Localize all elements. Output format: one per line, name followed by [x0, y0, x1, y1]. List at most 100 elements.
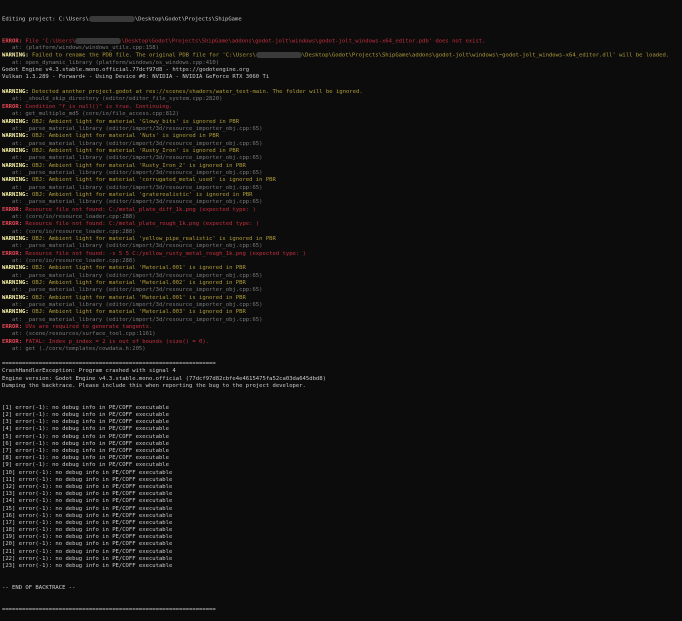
log-line-plain: Dumping the backtrace. Please include th… — [2, 383, 680, 390]
message-text: at: _parse_material_library (editor/impo… — [2, 140, 263, 147]
log-line-trace: at: open_dynamic_library (platform/windo… — [2, 60, 680, 67]
log-line-trace: at: _parse_material_library (editor/impo… — [2, 141, 680, 148]
warning-tag: WARNING: — [2, 309, 29, 316]
message-text: at: _parse_material_library (editor/impo… — [2, 199, 263, 206]
message-text: CrashHandlerException: Program crashed w… — [2, 368, 176, 375]
backtrace-frame: [9] error(-1): no debug info in PE/COFF … — [2, 462, 169, 469]
log-line-trace: at: _parse_material_library (editor/impo… — [2, 273, 680, 280]
message-text: at: open_dynamic_library (platform/windo… — [2, 59, 220, 66]
log-line-warning: WARNING: OBJ: Ambient light for material… — [2, 133, 680, 140]
log-line-trace: at: _parse_material_library (editor/impo… — [2, 287, 680, 294]
log-lines: ERROR: File 'C:\Users\ \Desktop\Godot\Pro… — [2, 37, 680, 391]
message-text: at: _parse_material_library (editor/impo… — [2, 272, 263, 279]
log-line-plain: CrashHandlerException: Program crashed w… — [2, 368, 680, 375]
message-text: OBJ: Ambient light for material 'Nuts' i… — [28, 133, 220, 140]
message-text: OBJ: Ambient light for material 'yellow_… — [28, 236, 276, 242]
warning-tag: WARNING: — [2, 89, 29, 96]
message-text: OBJ: Ambient light for material 'Glowy_b… — [28, 118, 240, 125]
warning-tag: WARNING: — [2, 294, 29, 301]
message-part: \Desktop\Godot\Projects\ShipGame\addons\… — [121, 38, 486, 45]
error-tag: ERROR: — [2, 250, 23, 257]
message-text: OBJ: Ambient light for material 'Rusty_I… — [28, 162, 246, 169]
backtrace-frame: [22] error(-1): no debug info in PE/COFF… — [2, 555, 173, 562]
log-line-trace: at: (core/io/resource_loader.cpp:288) — [2, 258, 680, 265]
message-text: at: _should_skip_directory (editor/edito… — [2, 96, 223, 103]
message-part: \Desktop\Godot\Projects\ShipGame\addons\… — [301, 52, 670, 59]
log-line-warning: WARNING: OBJ: Ambient light for material… — [2, 295, 680, 302]
log-line-trace: at: _parse_material_library (editor/impo… — [2, 243, 680, 250]
log-line-trace: at: (core/io/resource_loader.cpp:288) — [2, 214, 680, 221]
backtrace-frame: [19] error(-1): no debug info in PE/COFF… — [2, 534, 173, 541]
message-text: at: _parse_material_library (editor/impo… — [2, 316, 263, 323]
warning-tag: WARNING: — [2, 280, 29, 287]
message-text: UVs are required to generate tangents. — [22, 324, 153, 331]
log-line-warning: WARNING: OBJ: Ambient light for material… — [2, 119, 680, 126]
log-line-trace: at: _parse_material_library (editor/impo… — [2, 302, 680, 309]
backtrace-frame: [7] error(-1): no debug info in PE/COFF … — [2, 448, 169, 455]
log-line-warning: WARNING: Detected another project.godot … — [2, 89, 680, 96]
log-line-warning: WARNING: Failed to rename the PDB file. … — [2, 52, 680, 59]
project-path-suffix: \Desktop\Godot\Projects\ShipGame — [134, 16, 242, 23]
message-text: Detected another project.godot at res://… — [28, 89, 363, 96]
backtrace-frame: [14] error(-1): no debug info in PE/COFF… — [2, 498, 173, 505]
backtrace-frame: [21] error(-1): no debug info in PE/COFF… — [2, 548, 173, 555]
log-line-error: ERROR: FATAL: Index p_index = 2 is out o… — [2, 339, 680, 346]
message-text: at: get_multiple_md5 (core/io/file_acces… — [2, 111, 179, 118]
message-text: at: _parse_material_library (editor/impo… — [2, 302, 263, 309]
log-line-trace: at: _parse_material_library (editor/impo… — [2, 170, 680, 177]
log-line-error: ERROR: Resource file not found: -s 5 5 C… — [2, 251, 680, 258]
log-line-plain: Godot Engine v4.3.stable.mono.official.7… — [2, 67, 680, 74]
backtrace-frame: [17] error(-1): no debug info in PE/COFF… — [2, 519, 173, 526]
error-tag: ERROR: — [2, 103, 23, 110]
message-text: at: (core/io/resource_loader.cpp:288) — [2, 213, 136, 220]
message-text: at: (scene/resources/surface_tool.cpp:11… — [2, 331, 156, 338]
warning-tag: WARNING: — [2, 177, 29, 184]
error-tag: ERROR: — [2, 206, 23, 213]
log-line-warning: WARNING: OBJ: Ambient light for material… — [2, 236, 680, 243]
log-line-warning: WARNING: OBJ: Ambient light for material… — [2, 265, 680, 272]
log-line-warning: WARNING: OBJ: Ambient light for material… — [2, 309, 680, 316]
log-line-trace: at: (core/io/resource_loader.cpp:288) — [2, 229, 680, 236]
warning-tag: WARNING: — [2, 191, 29, 198]
log-line-trace: at: _parse_material_library (editor/impo… — [2, 155, 680, 162]
warning-tag: WARNING: — [2, 133, 29, 140]
message-text: OBJ: Ambient light for material 'corruga… — [28, 177, 276, 184]
log-line-plain: ========================================… — [2, 361, 680, 368]
log-line-trace: at: _should_skip_directory (editor/edito… — [2, 96, 680, 103]
backtrace-frame: [15] error(-1): no debug info in PE/COFF… — [2, 505, 173, 512]
log-line-warning: WARNING: OBJ: Ambient light for material… — [2, 177, 680, 184]
message-text: at: _parse_material_library (editor/impo… — [2, 155, 263, 162]
backtrace-frame: [23] error(-1): no debug info in PE/COFF… — [2, 563, 173, 570]
log-line-error: ERROR: Resource file not found: C:/metal… — [2, 221, 680, 228]
message-text: Condition "f_is_null()" is true. Continu… — [22, 103, 173, 110]
log-line-error: ERROR: File 'C:\Users\ \Desktop\Godot\Pro… — [2, 37, 680, 45]
warning-tag: WARNING: — [2, 147, 29, 154]
backtrace-frame: [13] error(-1): no debug info in PE/COFF… — [2, 491, 173, 498]
warning-tag: WARNING: — [2, 236, 29, 242]
console-output[interactable]: Editing project: C:\Users\ \Desktop\Godot… — [2, 1, 680, 621]
message-text: Resource file not found: C:/metal_plate_… — [22, 206, 256, 213]
message-text: at: _parse_material_library (editor/impo… — [2, 287, 263, 294]
message-text: at: _parse_material_library (editor/impo… — [2, 169, 263, 176]
message-text: OBJ: Ambient light for material 'Materia… — [28, 265, 246, 272]
message-text: OBJ: Ambient light for material 'Materia… — [28, 309, 246, 316]
backtrace-frame: [2] error(-1): no debug info in PE/COFF … — [2, 412, 169, 419]
backtrace-frame: [8] error(-1): no debug info in PE/COFF … — [2, 455, 169, 462]
log-line-trace: at: (platform/windows/windows_utils.cpp:… — [2, 45, 680, 52]
project-path-prefix: Editing project: C:\Users\ — [2, 16, 89, 23]
backtrace-frame: [18] error(-1): no debug info in PE/COFF… — [2, 527, 173, 534]
backtrace-frame: [4] error(-1): no debug info in PE/COFF … — [2, 426, 169, 433]
log-line-plain: Vulkan 1.3.289 - Forward+ - Using Device… — [2, 74, 680, 81]
message-text: at: _parse_material_library (editor/impo… — [2, 184, 263, 191]
log-line-warning: WARNING: OBJ: Ambient light for material… — [2, 280, 680, 287]
warning-tag: WARNING: — [2, 162, 29, 169]
backtrace-frame: [16] error(-1): no debug info in PE/COFF… — [2, 512, 173, 519]
log-line-trace: at: _parse_material_library (editor/impo… — [2, 317, 680, 324]
backtrace-frame: [10] error(-1): no debug info in PE/COFF… — [2, 469, 173, 476]
message-text: ========================================… — [2, 360, 216, 367]
backtrace-frame: [12] error(-1): no debug info in PE/COFF… — [2, 483, 173, 490]
log-line-warning: WARNING: OBJ: Ambient light for material… — [2, 148, 680, 155]
message-text: at: (core/io/resource_loader.cpp:288) — [2, 228, 136, 235]
